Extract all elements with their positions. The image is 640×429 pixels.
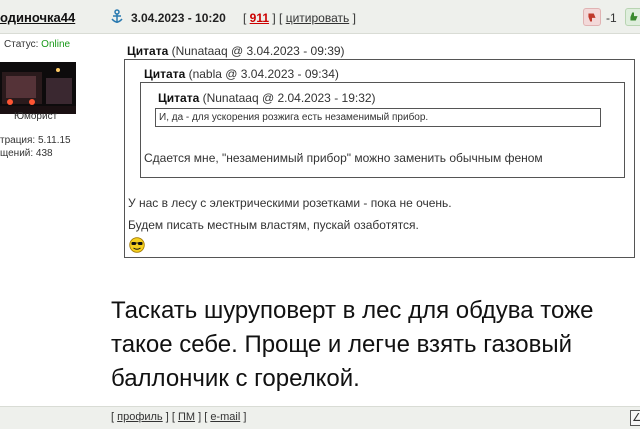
quote-middle-text: Сдается мне, "незаменимый прибор" можно …	[144, 151, 543, 165]
user-rank: Юморист	[14, 111, 58, 122]
quote-outer-label: Цитата	[127, 44, 169, 58]
status-label: Статус:	[4, 39, 42, 50]
bracket-separator: ] [	[269, 11, 286, 25]
author-name[interactable]: одиночка44	[0, 10, 75, 25]
quote-outer-title: Цитата (Nunataaq @ 3.04.2023 - 09:39)	[127, 44, 345, 58]
user-registration: трация: 5.11.15	[0, 135, 71, 146]
email-link[interactable]: e-mail	[210, 411, 240, 423]
post-header: одиночка44 3.04.2023 - 10:20 [ 911 ] [ ц…	[0, 0, 640, 34]
vote-box: -1	[580, 7, 640, 29]
quote-middle-label: Цитата	[144, 67, 186, 81]
footer-links: [ профиль ] [ ПМ ] [ e-mail ]	[111, 411, 246, 423]
profile-link[interactable]: профиль	[117, 411, 163, 423]
quote-inner-meta: (Nunataaq @ 2.04.2023 - 19:32)	[199, 91, 376, 105]
pm-link[interactable]: ПМ	[178, 411, 195, 423]
user-sidebar: Статус: Online Юморист трация: 5.11.15 щ…	[0, 34, 110, 404]
user-avatar[interactable]	[0, 62, 76, 114]
vote-count: -1	[606, 11, 617, 25]
footer-separator: ] [	[162, 411, 178, 423]
user-message-count: щений: 438	[0, 148, 53, 159]
cool-smiley-icon	[129, 237, 145, 253]
anchor-icon[interactable]	[110, 9, 124, 25]
thumb-down-icon[interactable]	[583, 8, 601, 26]
quote-link[interactable]: цитировать	[286, 11, 350, 25]
footer-bracket-close: ]	[240, 411, 247, 423]
post-date: 3.04.2023 - 10:20	[131, 11, 226, 25]
quote-outer-line2: Будем писать местным властям, пускай оза…	[128, 218, 419, 232]
thumb-up-icon[interactable]	[625, 8, 640, 26]
post-footer: [ профиль ] [ ПМ ] [ e-mail ] ∠	[0, 406, 640, 429]
bracket-close: ]	[349, 11, 356, 25]
user-status: Статус: Online	[4, 39, 70, 50]
quote-middle-meta: (nabla @ 3.04.2023 - 09:34)	[185, 67, 339, 81]
post-body: Таскать шуруповерт в лес для обдува тоже…	[111, 297, 594, 392]
quote-outer-meta: (Nunataaq @ 3.04.2023 - 09:39)	[168, 44, 345, 58]
quote-outer-line1: У нас в лесу с электрическими розетками …	[128, 196, 452, 210]
quote-inner-label: Цитата	[158, 91, 200, 105]
status-online: Online	[41, 39, 71, 50]
post-number-link[interactable]: 911	[250, 11, 269, 25]
scroll-top-button[interactable]: ∠	[630, 410, 640, 426]
bracket-open: [	[243, 11, 250, 25]
quote-inner-title: Цитата (Nunataaq @ 2.04.2023 - 19:32)	[158, 91, 376, 105]
post-links: [ 911 ] [ цитировать ]	[243, 11, 356, 25]
quote-inner-box: И, да - для ускорения розжига есть незам…	[155, 108, 601, 127]
quote-middle-title: Цитата (nabla @ 3.04.2023 - 09:34)	[144, 67, 339, 81]
footer-separator: ] [	[195, 411, 211, 423]
quote-inner-text: И, да - для ускорения розжига есть незам…	[159, 112, 429, 123]
